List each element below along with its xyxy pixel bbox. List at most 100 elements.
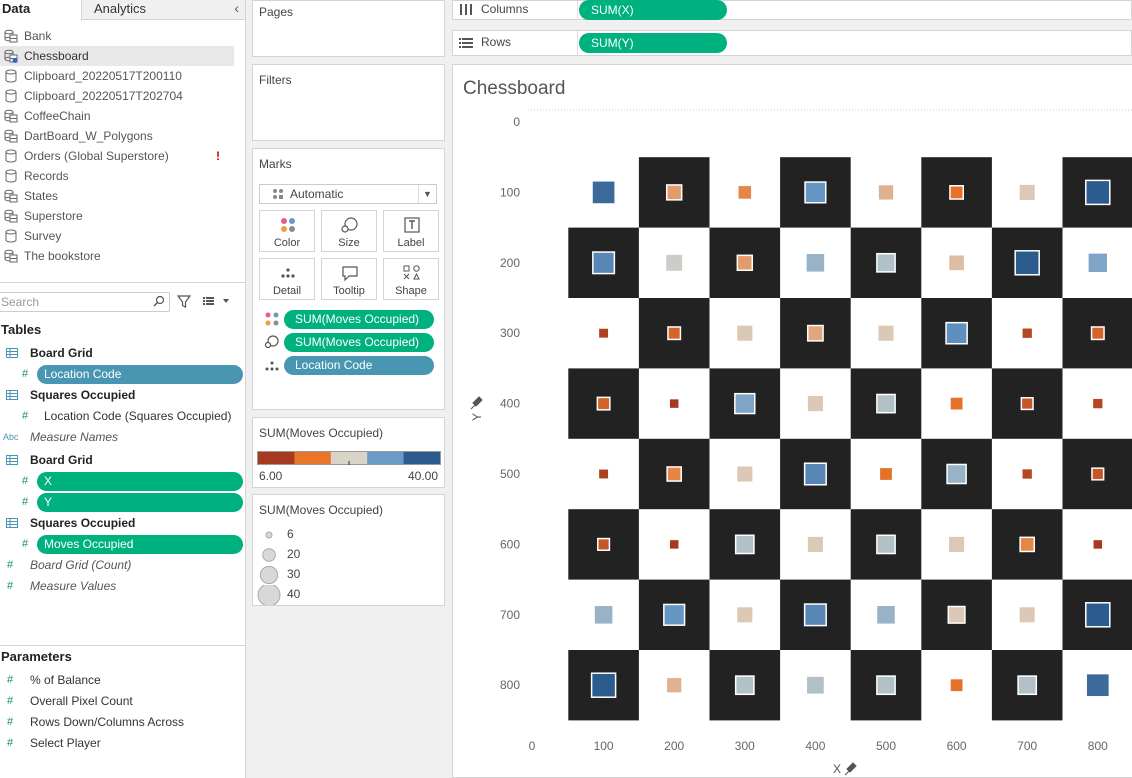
datasource-item[interactable]: Bank	[0, 26, 246, 46]
x-tick-label: 500	[876, 739, 896, 753]
datasource-item[interactable]: Chessboard	[0, 46, 234, 66]
parameter-label: % of Balance	[30, 673, 101, 687]
datasource-item[interactable]: Records	[0, 166, 246, 186]
datasource-item[interactable]: CoffeeChain	[0, 106, 246, 126]
chessboard-chart[interactable]: 0 100 200 300 400 500 600 700 800 0 100 200 300 400 50…	[453, 65, 1132, 778]
columns-shelf[interactable]: Columns SUM(X)	[452, 0, 1132, 20]
color-legend[interactable]: SUM(Moves Occupied) 6.00 40.00	[252, 417, 445, 488]
parameter-icon: #	[7, 674, 14, 686]
search-row: Search	[0, 292, 245, 312]
columns-shelf-label: Columns	[457, 1, 577, 19]
view-options-icon[interactable]	[203, 296, 231, 306]
field-location-code[interactable]: # Location Code	[0, 364, 245, 384]
warning-icon[interactable]: !	[216, 146, 220, 166]
field-pill[interactable]: X	[37, 472, 243, 491]
datasource-item[interactable]: Clipboard_20220517T200110	[0, 66, 246, 86]
field-moves-occupied[interactable]: # Moves Occupied	[0, 534, 245, 554]
shape-button[interactable]: Shape	[383, 258, 439, 300]
color-button[interactable]: Color	[259, 210, 315, 252]
chess-mark	[665, 676, 683, 694]
parameter-item[interactable]: # % of Balance	[0, 670, 245, 690]
mark-type-dropdown[interactable]: Automatic ▼	[259, 184, 437, 204]
chess-mark	[1091, 467, 1105, 481]
columns-pill-sum-x[interactable]: SUM(X)	[579, 0, 727, 20]
field-pill[interactable]: Moves Occupied	[37, 535, 243, 554]
detail-button[interactable]: Detail	[259, 258, 315, 300]
table-label: Board Grid	[30, 453, 93, 467]
chess-mark	[734, 534, 755, 555]
chevron-down-icon[interactable]: ▼	[418, 185, 436, 203]
chess-mark	[876, 534, 896, 555]
rows-icon	[459, 38, 473, 48]
field-pill[interactable]: Y	[37, 493, 243, 512]
parameter-item[interactable]: # Rows Down/Columns Across	[0, 712, 245, 732]
collapse-pane-icon[interactable]: ‹	[234, 0, 239, 16]
numeric-field-icon: #	[22, 368, 29, 380]
size-button[interactable]: Size	[321, 210, 377, 252]
divider	[577, 1, 578, 19]
tab-analytics[interactable]: Analytics	[94, 0, 146, 20]
size-legend[interactable]: SUM(Moves Occupied) 6 20 30 40	[252, 494, 445, 606]
datasource-item[interactable]: The bookstore	[0, 246, 246, 266]
datasource-item[interactable]: DartBoard_W_Polygons	[0, 126, 246, 146]
size-pill[interactable]: SUM(Moves Occupied)	[284, 333, 434, 352]
chess-mark	[1017, 675, 1038, 696]
rows-pill-sum-y[interactable]: SUM(Y)	[579, 33, 727, 53]
table-board-grid[interactable]: Board Grid	[0, 343, 245, 363]
rows-shelf[interactable]: Rows SUM(Y)	[452, 30, 1132, 56]
data-pane: Data Analytics ‹ Bank Chessboard Clipboard…	[0, 0, 246, 778]
color-ramp-step	[258, 452, 295, 464]
field-board-grid-count[interactable]: # Board Grid (Count)	[0, 555, 245, 575]
detail-pill[interactable]: Location Code	[284, 356, 434, 375]
color-ramp-step	[294, 452, 332, 464]
filters-card[interactable]: Filters	[252, 64, 445, 141]
parameter-item[interactable]: # Overall Pixel Count	[0, 691, 245, 711]
rows-shelf-label: Rows	[457, 31, 577, 55]
label-button[interactable]: Label	[383, 210, 439, 252]
datasource-item[interactable]: Clipboard_20220517T202704	[0, 86, 246, 106]
size-legend-value: 20	[287, 547, 301, 561]
chess-mark	[947, 605, 966, 624]
table-squares-occupied-2[interactable]: Squares Occupied	[0, 513, 245, 533]
chess-mark	[1085, 672, 1111, 698]
viz-view[interactable]: 0 100 200 300 400 500 600 700 800 0 100 200 300 400 50…	[452, 64, 1132, 778]
field-pill[interactable]: Location Code	[37, 365, 243, 384]
chess-mark	[1085, 602, 1111, 628]
y-tick-label: 500	[500, 467, 520, 481]
table-board-grid-2[interactable]: Board Grid	[0, 450, 245, 470]
size-icon	[341, 217, 358, 233]
datasource-item[interactable]: Orders (Global Superstore)!	[0, 146, 246, 166]
tables-header: Tables	[1, 322, 42, 337]
chess-mark	[736, 184, 753, 201]
search-icon[interactable]	[153, 295, 165, 307]
chess-mark	[1018, 605, 1037, 624]
field-measure-names[interactable]: Abc Measure Names	[0, 427, 245, 447]
field-measure-values[interactable]: # Measure Values	[0, 576, 245, 596]
datasource-item[interactable]: States	[0, 186, 246, 206]
color-ramp-step	[367, 452, 405, 464]
tab-data[interactable]: Data	[0, 0, 82, 21]
field-label: Board Grid (Count)	[30, 558, 132, 572]
y-tick-label: 200	[500, 256, 520, 270]
pages-card[interactable]: Pages	[252, 0, 445, 57]
chess-mark	[949, 185, 964, 200]
datasource-item[interactable]: Survey	[0, 226, 246, 246]
divider	[0, 282, 245, 283]
field-location-code-squares[interactable]: # Location Code (Squares Occupied)	[0, 406, 245, 426]
tooltip-button[interactable]: Tooltip	[321, 258, 377, 300]
table-squares-occupied[interactable]: Squares Occupied	[0, 385, 245, 405]
table-label: Board Grid	[30, 346, 93, 360]
field-y[interactable]: # Y	[0, 492, 245, 512]
chess-mark	[593, 604, 614, 626]
color-pill[interactable]: SUM(Moves Occupied)	[284, 310, 434, 329]
search-input[interactable]: Search	[0, 292, 170, 312]
datasource-label: Bank	[24, 29, 52, 43]
y-tick-label: 600	[500, 537, 520, 551]
chess-mark	[804, 181, 827, 204]
field-x[interactable]: # X	[0, 471, 245, 491]
color-ramp-step	[403, 452, 441, 464]
datasource-item[interactable]: Superstore	[0, 206, 246, 226]
parameter-item[interactable]: # Select Player	[0, 733, 245, 753]
filter-icon[interactable]	[177, 295, 191, 309]
multi-db-icon	[4, 129, 18, 143]
